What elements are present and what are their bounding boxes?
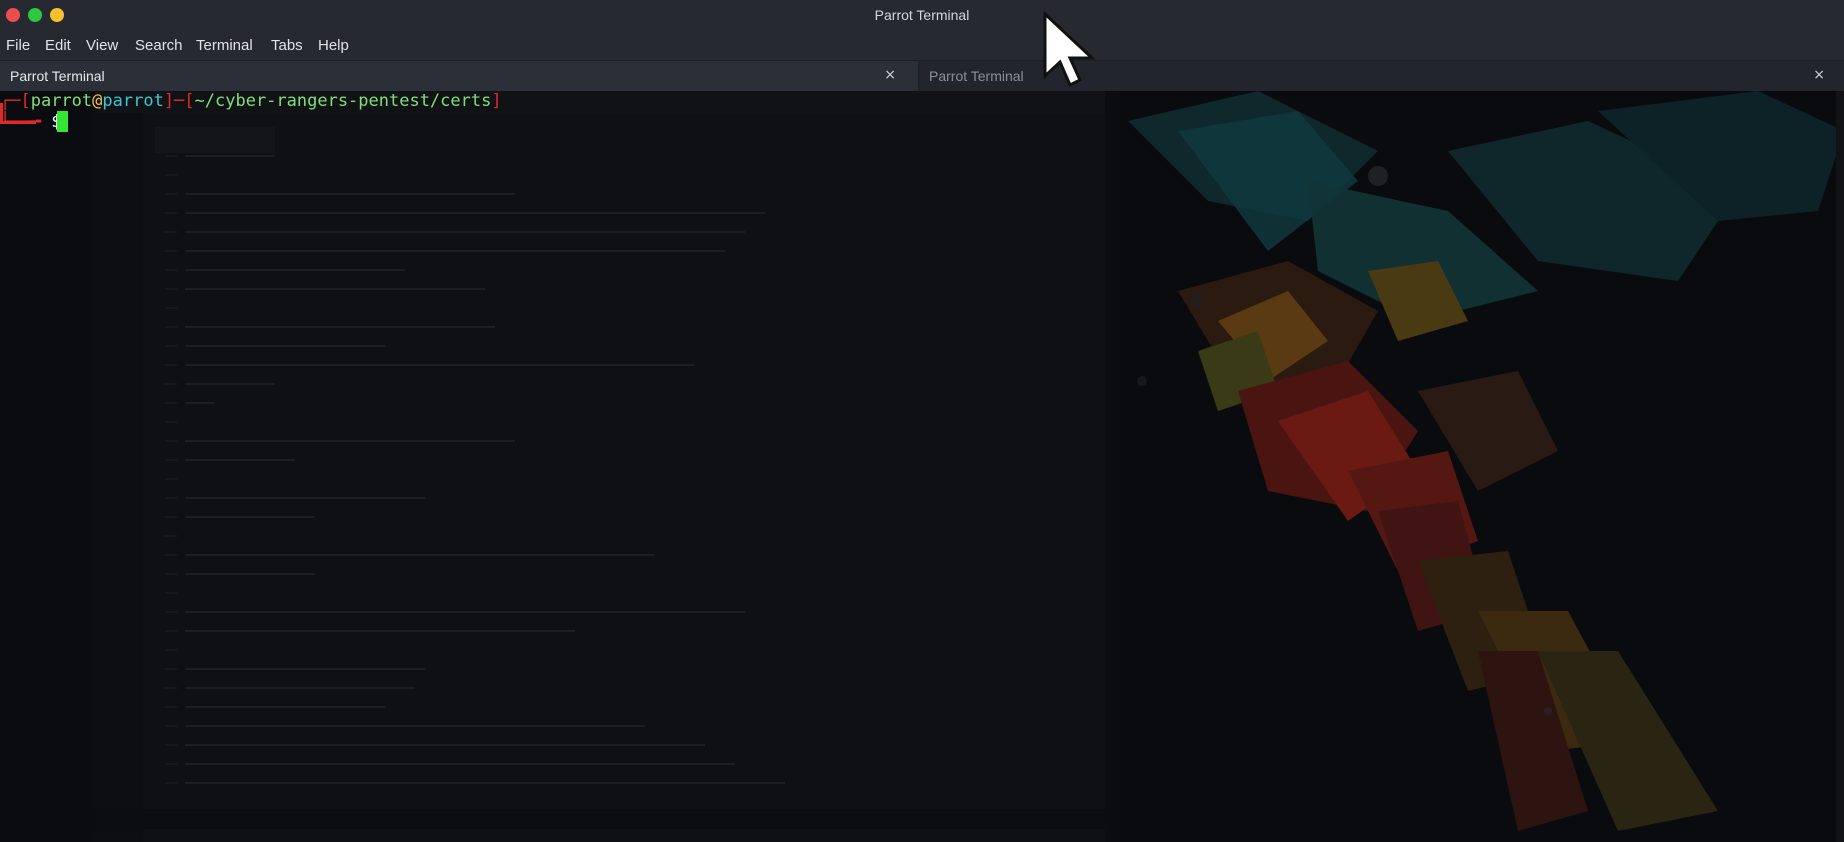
ghost-line-number [165,231,177,233]
ghost-line-number [165,212,177,214]
ghost-code-line [185,706,385,708]
prompt-close-bracket: ] [491,91,502,111]
ghost-line-number [165,725,177,727]
ghost-line-number [165,155,177,157]
ghost-line-number [165,649,177,651]
ghost-code-line [185,725,645,727]
ghost-line-number [165,383,177,385]
ghost-code-line [185,763,735,765]
ghost-line-number [165,440,177,442]
tab-parrot-terminal-1[interactable]: Parrot Terminal × [0,61,918,91]
ghost-line-number [165,706,177,708]
prompt-second-line-prefix: └──╼ [0,112,52,132]
ghost-line-number [165,402,177,404]
ghost-line-number [165,497,177,499]
ghost-code-line [185,345,385,347]
ghost-line-number [165,573,177,575]
menu-help[interactable]: Help [318,37,349,54]
ghost-line-number [165,592,177,594]
prompt-path: ~/cyber-rangers-pentest/certs [194,91,492,111]
ghost-code-line [185,288,485,290]
ghost-line-number [165,345,177,347]
ghost-code-line [185,155,275,157]
ghost-code-line [185,687,415,689]
ghost-code-line [185,193,515,195]
terminal-cursor [57,111,68,132]
ghost-line-number [165,763,177,765]
ghost-line-number [165,269,177,271]
ghost-code-line [185,326,495,328]
ghost-code-line [185,497,425,499]
parrot-wallpaper [1118,91,1844,842]
ghost-line-number [165,288,177,290]
tab-label: Parrot Terminal [10,68,105,84]
prompt-separator: ]─[ [163,91,195,111]
ghost-code-line [185,554,655,556]
mouse-pointer-icon [1043,10,1096,88]
menu-edit[interactable]: Edit [45,37,71,54]
ghost-code-line [185,231,745,233]
ghost-line-number [165,535,177,537]
ghost-code-line [185,383,275,385]
ghost-code-line [185,782,785,784]
prompt-at: @ [92,91,103,111]
ghost-code-line [185,402,215,404]
ghost-line-number [165,174,177,176]
terminal-window: Parrot Terminal File Edit View Search Te… [0,0,1844,842]
ghost-line-number [165,193,177,195]
window-title: Parrot Terminal [874,7,970,23]
menu-bar: File Edit View Search Terminal Tabs Help [0,32,1844,61]
ghost-line-number [165,250,177,252]
prompt-user: parrot [30,91,93,111]
parrot-illustration [1118,91,1844,842]
terminal-area[interactable]: ┌─[parrot@parrot]─[~/cyber-rangers-pente… [0,91,1844,842]
menu-tabs[interactable]: Tabs [271,37,303,54]
close-tab-icon[interactable]: × [884,67,896,83]
ghost-line-number [165,421,177,423]
ghost-line-number [165,611,177,613]
ghost-activity-bar [95,113,143,842]
close-tab-icon[interactable]: × [1813,67,1825,83]
ghost-line-number [165,668,177,670]
ghost-line-number [165,782,177,784]
prompt-line-1: ┌─[parrot@parrot]─[~/cyber-rangers-pente… [0,91,502,112]
ghost-code-line [185,440,515,442]
tab-bar: Parrot Terminal × Parrot Terminal × [0,61,1844,91]
menu-search[interactable]: Search [135,37,183,54]
ghost-code-line [185,459,295,461]
ghost-line-number [165,307,177,309]
ghost-line-number [165,459,177,461]
ghost-line-number [165,744,177,746]
ghost-line-number [165,687,177,689]
ghost-line-number [165,554,177,556]
terminal-scrollbar[interactable] [1836,91,1844,842]
ghost-line-number [165,630,177,632]
menu-terminal[interactable]: Terminal [196,37,253,54]
prompt-host: parrot [102,91,164,111]
ghost-code-line [185,250,725,252]
ghost-code-line [185,668,425,670]
ghost-code-line [185,212,765,214]
ghost-code-line [185,269,405,271]
menu-file[interactable]: File [6,37,30,54]
prompt-open-bracket: ┌─[ [0,91,31,111]
ghost-code-line [185,364,695,366]
ghost-status-bar [95,809,1105,829]
ghost-line-number [165,516,177,518]
ghost-line-number [165,326,177,328]
tab-label: Parrot Terminal [929,68,1024,84]
ghost-code-line [185,611,745,613]
ghost-line-number [165,478,177,480]
ghost-tab [155,127,275,153]
prompt-line-2: └──╼ $ [0,111,61,133]
menu-view[interactable]: View [86,37,118,54]
ghost-line-number [165,364,177,366]
background-editor-ghost [95,91,1105,842]
ghost-code-line [185,516,315,518]
ghost-code-line [185,630,575,632]
title-bar[interactable]: Parrot Terminal [0,0,1844,32]
ghost-code-line [185,744,705,746]
ghost-code-line [185,573,315,575]
